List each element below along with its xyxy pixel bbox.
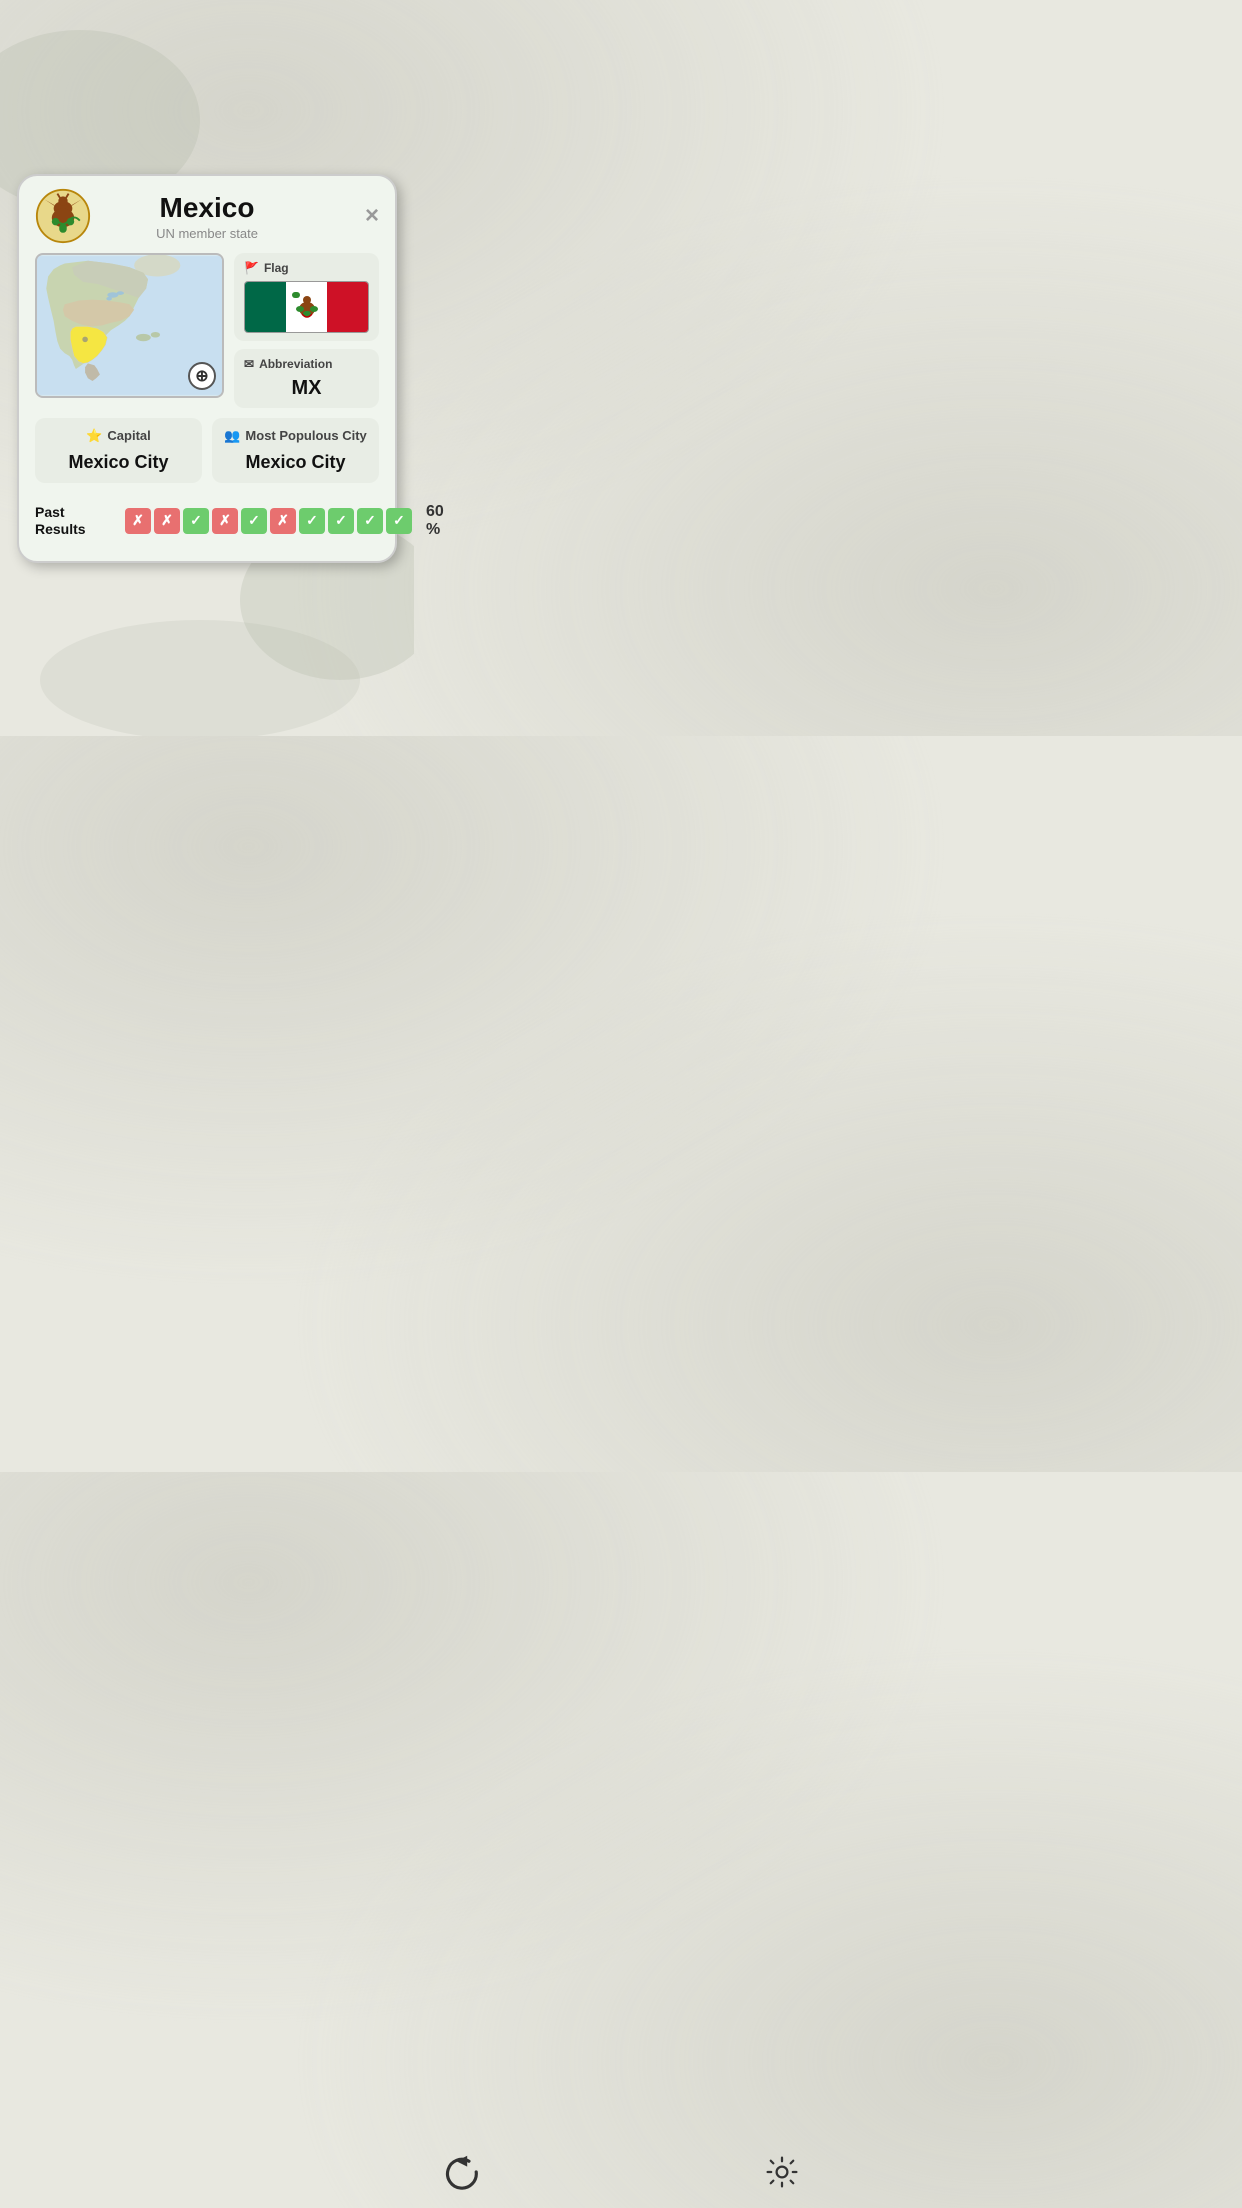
abbrev-icon: ✉ [244, 357, 254, 371]
capital-card: ⭐ Capital Mexico City [35, 418, 202, 483]
populous-value: Mexico City [224, 452, 367, 473]
results-percent: 60 % [426, 503, 444, 539]
result-box-correct: ✓ [299, 508, 325, 534]
result-box-correct: ✓ [183, 508, 209, 534]
map-container: ⊕ [35, 253, 224, 398]
past-results-label: PastResults [35, 504, 115, 538]
flag-green-stripe [245, 282, 286, 332]
past-results-section: PastResults ✗✗✓✗✓✗✓✓✓✓ 60 % [35, 497, 379, 545]
result-box-correct: ✓ [241, 508, 267, 534]
result-box-correct: ✓ [386, 508, 412, 534]
flag-icon: 🚩 [244, 261, 259, 275]
abbrev-label: ✉ Abbreviation [244, 357, 369, 371]
flag-panel: 🚩 Flag [234, 253, 379, 341]
bottom-cards: ⭐ Capital Mexico City 👥 Most Populous Ci… [35, 418, 379, 483]
capital-value: Mexico City [47, 452, 190, 473]
result-box-wrong: ✗ [125, 508, 151, 534]
star-icon: ⭐ [86, 428, 102, 444]
result-box-wrong: ✗ [270, 508, 296, 534]
coat-of-arms [35, 188, 91, 244]
bottom-bar [414, 2136, 828, 2208]
zoom-button[interactable]: ⊕ [188, 362, 216, 390]
mexico-flag [244, 281, 369, 333]
results-boxes: ✗✗✓✗✓✗✓✓✓✓ [125, 508, 412, 534]
result-box-correct: ✓ [357, 508, 383, 534]
abbreviation-panel: ✉ Abbreviation MX [234, 349, 379, 408]
populous-card: 👥 Most Populous City Mexico City [212, 418, 379, 483]
result-box-correct: ✓ [328, 508, 354, 534]
result-box-wrong: ✗ [212, 508, 238, 534]
country-name: Mexico [156, 192, 258, 224]
settings-button[interactable] [760, 2150, 804, 2194]
flag-red-stripe [327, 282, 368, 332]
populous-label: 👥 Most Populous City [224, 428, 367, 444]
right-panels: 🚩 Flag [234, 253, 379, 408]
country-status: UN member state [156, 226, 258, 241]
title-block: Mexico UN member state [156, 192, 258, 241]
country-card: Mexico UN member state × [17, 174, 397, 563]
capital-label: ⭐ Capital [47, 428, 190, 444]
abbreviation-value: MX [244, 377, 369, 400]
people-icon: 👥 [224, 428, 240, 444]
close-button[interactable]: × [365, 204, 379, 228]
back-button[interactable] [438, 2150, 482, 2194]
card-header: Mexico UN member state × [35, 192, 379, 241]
flag-label: 🚩 Flag [244, 261, 369, 275]
result-box-wrong: ✗ [154, 508, 180, 534]
main-content: ⊕ 🚩 Flag [35, 253, 379, 408]
flag-white-stripe [286, 282, 327, 332]
